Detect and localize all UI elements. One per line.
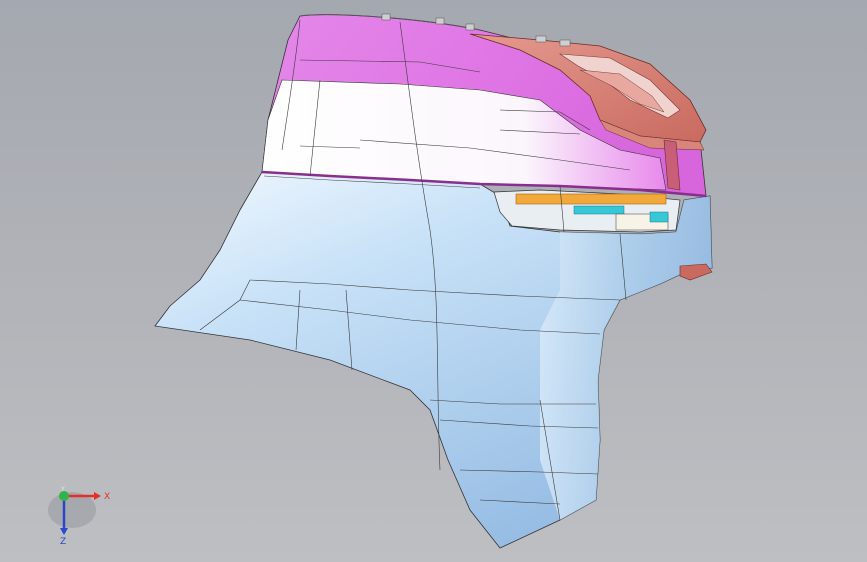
- bumper-part-model[interactable]: [0, 0, 867, 562]
- orientation-triad: X Z Y: [48, 486, 110, 547]
- mount-bracket: [515, 193, 667, 205]
- reflector: [679, 263, 713, 281]
- y-axis-label: Y: [60, 486, 65, 493]
- z-axis-label: Z: [60, 537, 66, 547]
- cad-viewport[interactable]: X Z Y: [0, 0, 867, 562]
- x-axis-label: X: [104, 492, 110, 502]
